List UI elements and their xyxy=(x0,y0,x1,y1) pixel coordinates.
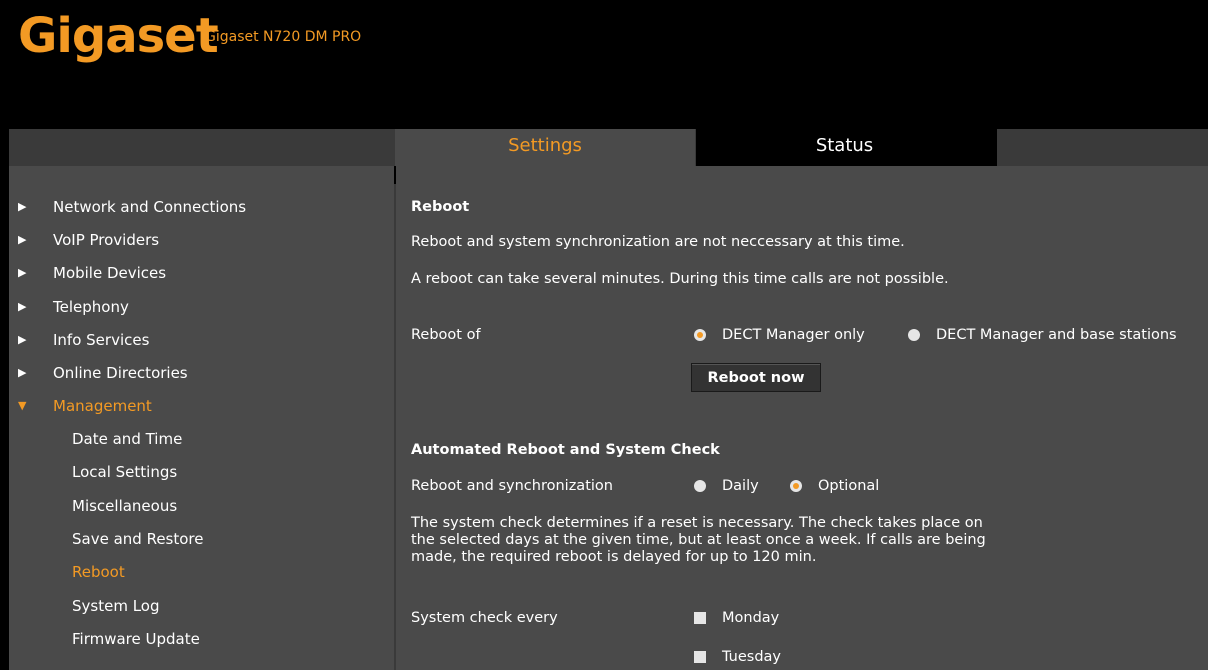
radio-label: Optional xyxy=(818,478,880,494)
checkbox-tuesday[interactable]: Tuesday xyxy=(694,649,781,665)
sidebar-item-label: Info Services xyxy=(53,331,150,349)
sidebar-subitem-date-time[interactable]: Date and Time xyxy=(72,424,182,454)
expand-arrow-icon: ▶ xyxy=(18,200,27,213)
radio-dect-manager-only[interactable]: DECT Manager only xyxy=(694,327,865,343)
reboot-sync-label: Reboot and synchronization xyxy=(411,478,613,494)
sidebar-subitem-reboot[interactable]: Reboot xyxy=(72,557,125,587)
expand-arrow-icon: ▶ xyxy=(18,333,27,346)
header: Gigaset Gigaset N720 DM PRO xyxy=(0,0,1208,129)
gigaset-logo: Gigaset xyxy=(18,8,219,64)
device-model: Gigaset N720 DM PRO xyxy=(205,29,362,45)
sidebar-item-label: Mobile Devices xyxy=(53,264,167,282)
radio-selected-icon xyxy=(790,480,802,492)
reboot-now-button[interactable]: Reboot now xyxy=(691,363,821,392)
checkbox-monday[interactable]: Monday xyxy=(694,610,779,626)
radio-unselected-icon xyxy=(908,329,920,341)
expand-arrow-icon: ▶ xyxy=(18,366,27,379)
radio-unselected-icon xyxy=(694,480,706,492)
radio-label: DECT Manager and base stations xyxy=(936,327,1177,343)
reboot-status-text: Reboot and system synchronization are no… xyxy=(411,234,905,250)
checkbox-icon xyxy=(694,612,706,624)
radio-selected-icon xyxy=(694,329,706,341)
reboot-section-title: Reboot xyxy=(411,199,470,215)
sidebar: ▶ Network and Connections ▶ VoIP Provide… xyxy=(9,166,394,670)
sidebar-subitem-system-log[interactable]: System Log xyxy=(72,591,160,621)
sidebar-subitem-miscellaneous[interactable]: Miscellaneous xyxy=(72,491,177,521)
sidebar-subitem-save-restore[interactable]: Save and Restore xyxy=(72,524,204,554)
sidebar-item-label: Management xyxy=(53,397,152,415)
system-check-description: The system check determines if a reset i… xyxy=(411,515,986,565)
auto-reboot-section-title: Automated Reboot and System Check xyxy=(411,442,720,458)
radio-optional[interactable]: Optional xyxy=(790,478,879,494)
sidebar-item-label: Online Directories xyxy=(53,364,188,382)
expand-arrow-icon: ▶ xyxy=(18,233,27,246)
main-content: Reboot Reboot and system synchronization… xyxy=(396,166,1208,670)
reboot-warning-text: A reboot can take several minutes. Durin… xyxy=(411,271,949,287)
collapse-arrow-icon: ▼ xyxy=(18,399,27,412)
reboot-of-label: Reboot of xyxy=(411,327,481,343)
radio-daily[interactable]: Daily xyxy=(694,478,759,494)
tab-settings[interactable]: Settings xyxy=(395,129,695,166)
radio-dect-manager-and-base-stations[interactable]: DECT Manager and base stations xyxy=(908,327,1177,343)
sidebar-item-label: VoIP Providers xyxy=(53,231,160,249)
expand-arrow-icon: ▶ xyxy=(18,266,27,279)
checkbox-label: Tuesday xyxy=(722,649,781,665)
sidebar-subitem-local-settings[interactable]: Local Settings xyxy=(72,457,177,487)
tab-spacer xyxy=(993,129,1208,166)
tab-bar: Settings Status xyxy=(9,129,1208,166)
sidebar-item-label: Telephony xyxy=(53,298,129,316)
radio-label: DECT Manager only xyxy=(722,327,865,343)
checkbox-icon xyxy=(694,651,706,663)
radio-label: Daily xyxy=(722,478,759,494)
sidebar-item-label: Network and Connections xyxy=(53,198,247,216)
expand-arrow-icon: ▶ xyxy=(18,300,27,313)
system-check-every-label: System check every xyxy=(411,610,558,626)
sidebar-subitem-firmware-update[interactable]: Firmware Update xyxy=(72,624,200,654)
tab-status[interactable]: Status xyxy=(696,129,993,166)
checkbox-label: Monday xyxy=(722,610,780,626)
